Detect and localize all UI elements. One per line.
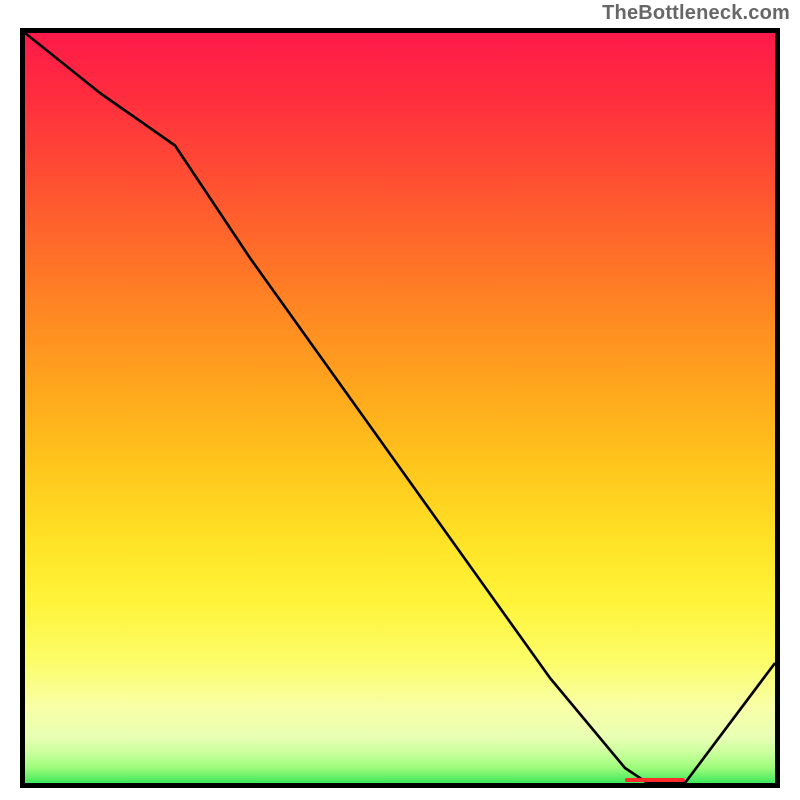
chart-line-series	[25, 33, 775, 783]
chart-plot-area	[20, 28, 780, 788]
optimal-range-marker	[625, 778, 685, 782]
bottleneck-curve-path	[25, 33, 775, 783]
attribution-label: TheBottleneck.com	[602, 2, 790, 25]
